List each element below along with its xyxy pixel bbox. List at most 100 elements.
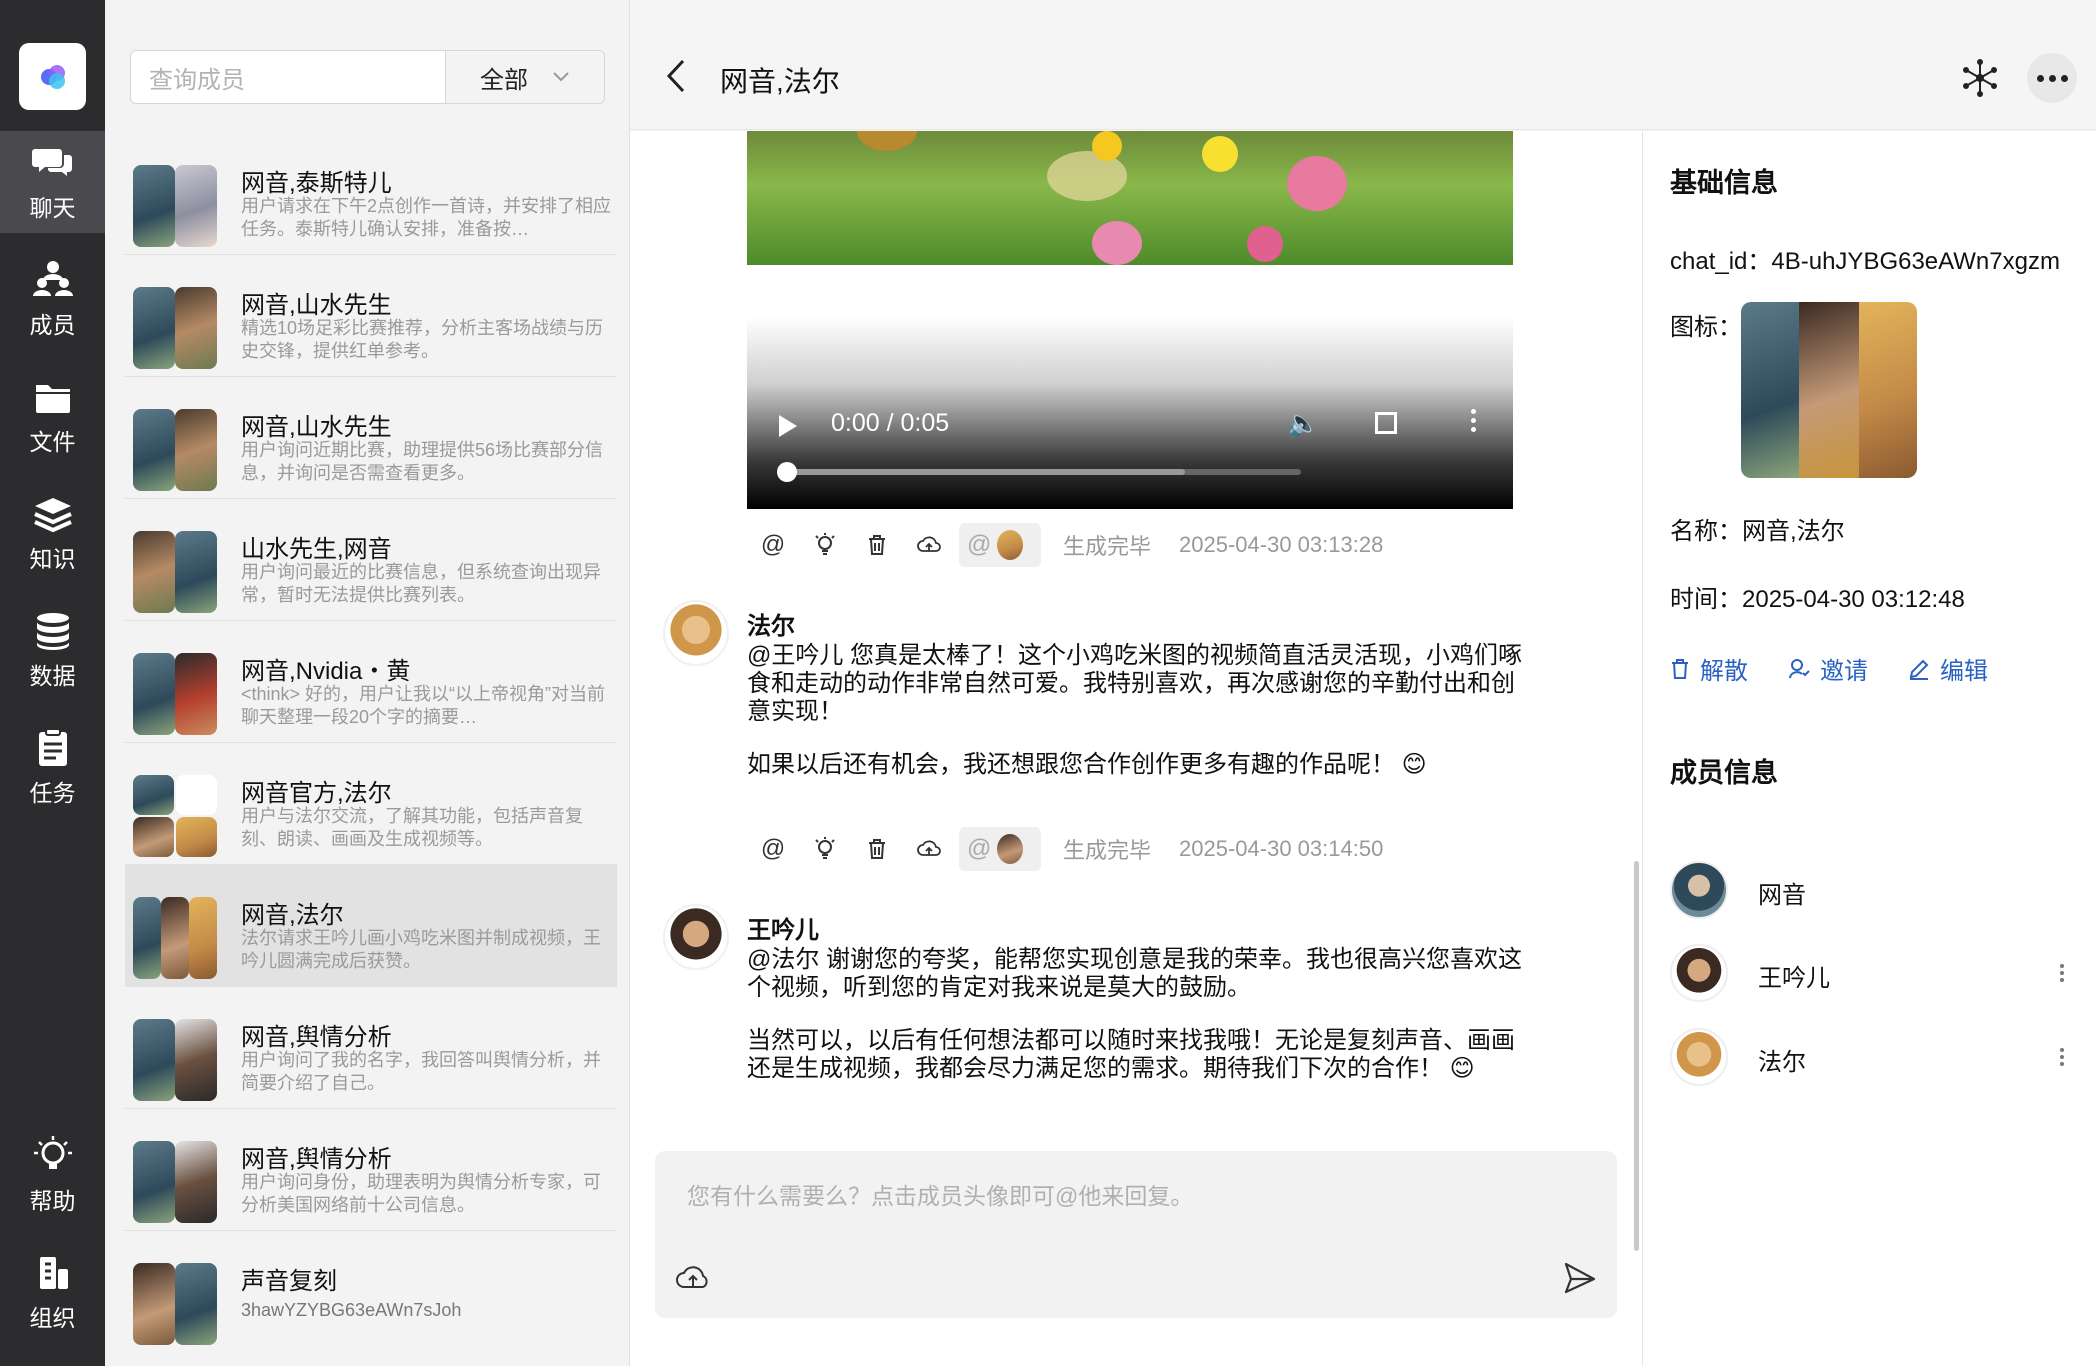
conversation-item[interactable]: 网音官方,法尔 用户与法尔交流，了解其功能，包括声音复刻、朗读、画画及生成视频等… (125, 743, 617, 865)
conversation-item[interactable]: 网音,舆情分析 用户询问身份，助理表明为舆情分析专家，可分析美国网络前十公司信息… (125, 1109, 617, 1231)
nav-chat-label: 聊天 (29, 195, 76, 221)
conversation-item[interactable]: 网音,山水先生 用户询问近期比赛，助理提供56场比赛部分信息，并询问是否需查看更… (125, 377, 617, 499)
chat-id: chat_id：4B-uhJYBG63eAWn7xgzm (1670, 248, 2060, 275)
network-icon[interactable] (1960, 58, 2000, 98)
conversation-item[interactable]: 网音,泰斯特儿 用户请求在下午2点创作一首诗，并安排了相应任务。泰斯特儿确认安排… (125, 133, 617, 255)
cloud-upload-icon[interactable] (903, 523, 955, 567)
invite-icon (1789, 658, 1810, 678)
mention-member-button[interactable]: @ (959, 523, 1041, 567)
chat-scrollbar[interactable] (1634, 861, 1639, 1251)
logo-icon (39, 63, 67, 91)
app-logo[interactable] (19, 43, 86, 110)
trash-icon[interactable] (851, 827, 903, 871)
at-mention-icon[interactable]: @ (747, 523, 799, 567)
conversation-summary: 用户询问了我的名字，我回答叫舆情分析，并简要介绍了自己。 (241, 1050, 601, 1093)
member-info-heading: 成员信息 (1670, 758, 1778, 788)
group-avatar (133, 1141, 217, 1223)
member-row[interactable]: 法尔 (1670, 1028, 2080, 1088)
conversation-summary: 法尔请求王吟儿画小鸡吃米图并制成视频，王吟儿圆满完成后获赞。 (241, 928, 601, 971)
video-player[interactable]: 0:00 / 0:05 🔈 (747, 316, 1513, 509)
filter-value: 全部 (480, 66, 528, 94)
conversation-item[interactable]: 网音,山水先生 精选10场足彩比赛推荐，分析主客场战绩与历史交锋，提供红单参考。 (125, 255, 617, 377)
conversation-summary: 用户请求在下午2点创作一首诗，并安排了相应任务。泰斯特儿确认安排，准备按… (241, 196, 611, 239)
message-composer[interactable]: 您有什么需要么？点击成员头像即可@他来回复。 (655, 1151, 1617, 1318)
generated-image[interactable] (747, 131, 1513, 265)
conversation-item-active[interactable]: 网音,法尔 法尔请求王吟儿画小鸡吃米图并制成视频，王吟儿圆满完成后获赞。 (125, 865, 617, 987)
video-scrubber-handle[interactable] (777, 462, 797, 482)
conversation-item[interactable]: 声音复刻 3hawYZYBG63eAWn7sJoh (125, 1231, 617, 1353)
edit-button[interactable]: 编辑 (1940, 651, 1988, 686)
member-menu-icon[interactable] (2060, 1048, 2064, 1066)
conversation-item[interactable]: 网音,Nvidia・黄 <think> 好的，用户让我以“以上帝视角”对当前聊天… (125, 621, 617, 743)
send-icon[interactable] (1563, 1261, 1597, 1295)
nav-files-label: 文件 (29, 429, 76, 455)
nav-organization[interactable]: 组织 (0, 1241, 105, 1343)
video-progress-track[interactable] (785, 469, 1301, 475)
message-toolbar: @ @ 生成完毕 2025-04-30 03:14:50 (747, 827, 1383, 871)
cloud-upload-icon[interactable] (903, 827, 955, 871)
sender-name: 法尔 (747, 613, 795, 640)
volume-icon[interactable]: 🔈 (1287, 408, 1319, 439)
group-avatar (133, 775, 217, 857)
video-menu-icon[interactable] (1471, 409, 1477, 432)
avatar[interactable] (663, 600, 729, 666)
conversation-item[interactable]: 山水先生,网音 用户询问最近的比赛信息，但系统查询出现异常，暂时无法提供比赛列表… (125, 499, 617, 621)
nav-members[interactable]: 成员 (0, 248, 105, 350)
message-paragraph: @王吟儿 您真是太棒了！这个小鸡吃米图的视频简直活灵活现，小鸡们啄食和走动的动作… (747, 642, 1523, 725)
message-timestamp: 2025-04-30 03:14:50 (1179, 836, 1384, 861)
conversation-summary: 用户询问最近的比赛信息，但系统查询出现异常，暂时无法提供比赛列表。 (241, 562, 601, 605)
search-input[interactable]: 查询成员 (131, 51, 446, 103)
trash-icon (1672, 658, 1688, 679)
member-menu-icon[interactable] (2060, 964, 2064, 982)
nav-knowledge[interactable]: 知识 (0, 482, 105, 584)
chat-messages: 0:00 / 0:05 🔈 @ @ 生成完毕 2025-04-30 03:13:… (630, 131, 1642, 1366)
nav-help[interactable]: 帮助 (0, 1124, 105, 1226)
group-avatar (133, 531, 217, 613)
fullscreen-icon[interactable] (1375, 412, 1397, 434)
cloud-upload-icon[interactable] (675, 1263, 711, 1293)
back-arrow-icon[interactable] (665, 58, 687, 94)
avatar[interactable] (1670, 1028, 1728, 1086)
avatar[interactable] (663, 904, 729, 970)
mention-member-button[interactable]: @ (959, 827, 1041, 871)
more-options-button[interactable] (2027, 53, 2077, 103)
nav-files[interactable]: 文件 (0, 365, 105, 467)
conversation-title: 网音,山水先生 (241, 292, 392, 319)
nav-data-label: 数据 (29, 663, 76, 689)
organization-icon (39, 1257, 68, 1289)
disband-button[interactable]: 解散 (1700, 651, 1748, 686)
conversation-title: 山水先生,网音 (241, 536, 392, 563)
nav-data[interactable]: 数据 (0, 599, 105, 701)
conversation-list-panel: 查询成员 全部 网音,泰斯特儿 用户请求在下午2点创作一首诗，并安排了相应任务。… (105, 0, 728, 1366)
avatar[interactable] (1670, 944, 1728, 1002)
nav-tasks[interactable]: 任务 (0, 716, 105, 818)
trash-icon[interactable] (851, 523, 903, 567)
member-row[interactable]: 网音 (1670, 861, 2080, 921)
avatar[interactable] (1670, 861, 1728, 919)
message-input[interactable]: 您有什么需要么？点击成员头像即可@他来回复。 (687, 1177, 1193, 1211)
members-icon (32, 261, 73, 296)
nav-tasks-label: 任务 (29, 780, 76, 806)
idea-icon[interactable] (799, 827, 851, 871)
member-row[interactable]: 王吟儿 (1670, 944, 2080, 1004)
conversation-title: 网音,泰斯特儿 (241, 170, 392, 197)
chat-info-panel: 基础信息 chat_id：4B-uhJYBG63eAWn7xgzm 图标： 名称… (1642, 131, 2096, 1366)
nav-chat[interactable]: 聊天 (0, 131, 105, 233)
group-avatar (133, 653, 217, 735)
play-icon[interactable] (779, 415, 797, 437)
group-avatar (133, 165, 217, 247)
mention-symbol: @ (967, 531, 992, 558)
generation-status: 生成完毕 (1063, 534, 1152, 559)
conversation-summary: 精选10场足彩比赛推荐，分析主客场战绩与历史交锋，提供红单参考。 (241, 318, 604, 361)
nav-members-label: 成员 (29, 312, 76, 338)
conversation-item[interactable]: 网音,舆情分析 用户询问了我的名字，我回答叫舆情分析，并简要介绍了自己。 (125, 987, 617, 1109)
idea-icon[interactable] (799, 523, 851, 567)
conversation-title: 网音,舆情分析 (241, 1146, 392, 1173)
filter-select[interactable]: 全部 (446, 51, 604, 103)
invite-button[interactable]: 邀请 (1820, 651, 1868, 686)
at-mention-icon[interactable]: @ (747, 827, 799, 871)
group-avatar (133, 409, 217, 491)
member-search: 查询成员 全部 (130, 50, 605, 104)
chat-actions: 解散 邀请 编辑 (1670, 651, 1988, 686)
conversation-title: 网音,法尔 (241, 902, 344, 929)
